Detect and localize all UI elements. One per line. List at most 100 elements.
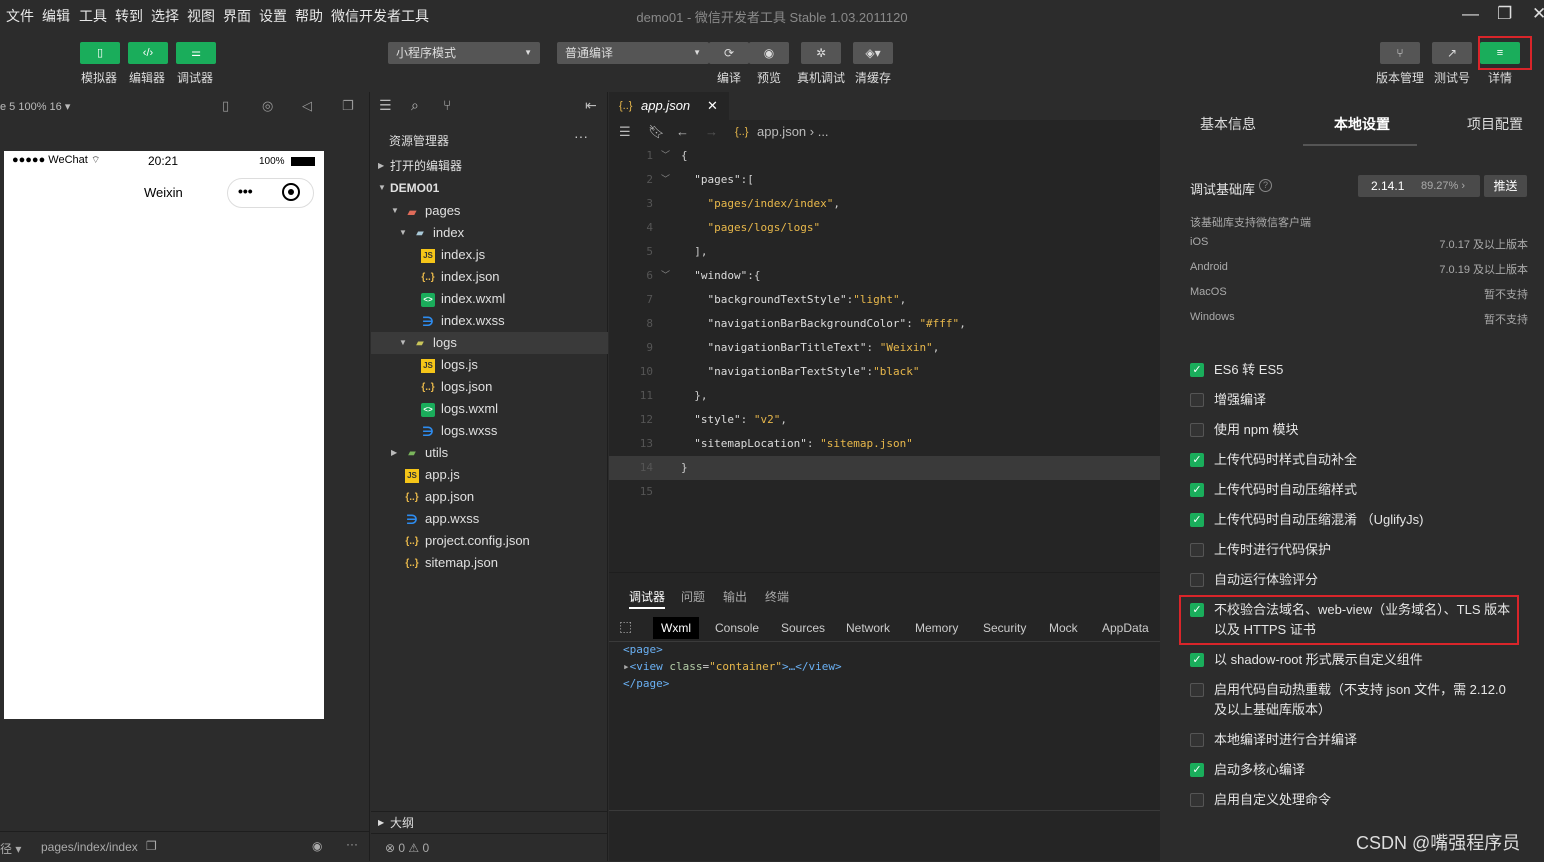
- checkbox-checked[interactable]: ✓: [1190, 453, 1204, 467]
- code-line[interactable]: 7 "backgroundTextStyle":"light",: [609, 288, 1160, 312]
- search-icon[interactable]: ⌕: [411, 97, 419, 114]
- test-id-button[interactable]: ↗: [1432, 42, 1472, 64]
- tree-item[interactable]: ▼ ▰ index: [371, 222, 608, 244]
- tree-item[interactable]: {..} index.json: [371, 266, 608, 288]
- open-editors-section[interactable]: ▶ 打开的编辑器: [371, 155, 608, 177]
- eye-icon[interactable]: ◉: [312, 839, 322, 853]
- xml-page-close[interactable]: </page>: [623, 677, 669, 690]
- fold-icon[interactable]: ﹀: [661, 144, 670, 168]
- push-button[interactable]: 推送: [1484, 175, 1527, 197]
- devtools-tab-security[interactable]: Security: [983, 617, 1026, 639]
- editor-button[interactable]: ‹/›: [128, 42, 168, 64]
- checkbox-unchecked[interactable]: [1190, 683, 1204, 697]
- tree-item[interactable]: {..} project.config.json: [371, 530, 608, 552]
- more-icon[interactable]: ···: [574, 128, 588, 144]
- tab-local-settings[interactable]: 本地设置: [1334, 114, 1390, 134]
- more-icon[interactable]: ···: [346, 837, 358, 851]
- tree-item[interactable]: ∋ app.wxss: [371, 508, 608, 530]
- checkbox-unchecked[interactable]: [1190, 393, 1204, 407]
- tab-problems[interactable]: 问题: [681, 588, 705, 605]
- preview-button[interactable]: ◉: [749, 42, 789, 64]
- code-line[interactable]: 5 ],: [609, 240, 1160, 264]
- restore-icon[interactable]: ❐: [1497, 4, 1512, 24]
- bookmark-icon[interactable]: 🔖︎: [648, 120, 665, 144]
- path-select[interactable]: 径 ▾: [0, 840, 21, 857]
- inspect-icon[interactable]: ⬚: [619, 618, 632, 635]
- code-line[interactable]: 6 ﹀ "window":{: [609, 264, 1160, 288]
- devtools-tab-appdata[interactable]: AppData: [1102, 617, 1149, 639]
- tree-item[interactable]: ∋ logs.wxss: [371, 420, 608, 442]
- problems-status[interactable]: ⊗ 0 ⚠ 0: [371, 833, 608, 861]
- tree-item[interactable]: {..} sitemap.json: [371, 552, 608, 574]
- close-icon[interactable]: ✕: [1532, 4, 1544, 24]
- capsule-menu[interactable]: •••: [227, 178, 314, 208]
- simulator-button[interactable]: ▯: [80, 42, 120, 64]
- lib-version-select[interactable]: 2.14.1 89.27% ›: [1358, 175, 1480, 197]
- checkbox-checked[interactable]: ✓: [1190, 513, 1204, 527]
- checkbox-unchecked[interactable]: [1190, 733, 1204, 747]
- tab-debugger[interactable]: 调试器: [629, 588, 666, 609]
- code-line[interactable]: 12 "style": "v2",: [609, 408, 1160, 432]
- devtools-tab-memory[interactable]: Memory: [915, 617, 958, 639]
- tree-item[interactable]: JS logs.js: [371, 354, 608, 376]
- checkbox-unchecked[interactable]: [1190, 573, 1204, 587]
- list-icon[interactable]: ☰: [619, 120, 631, 144]
- checkbox-checked[interactable]: ✓: [1190, 483, 1204, 497]
- tree-item[interactable]: ∋ index.wxss: [371, 310, 608, 332]
- code-line[interactable]: 1 ﹀ {: [609, 144, 1160, 168]
- code-line[interactable]: 11 },: [609, 384, 1160, 408]
- back-icon[interactable]: ←: [676, 120, 689, 144]
- collapse-panel-icon[interactable]: ⇤: [585, 97, 597, 114]
- xml-view-node[interactable]: ▸<view class="container">…</view>: [623, 660, 842, 673]
- tab-terminal[interactable]: 终端: [765, 588, 789, 605]
- checkbox-checked[interactable]: ✓: [1190, 653, 1204, 667]
- compile-button[interactable]: ⟳: [709, 42, 749, 64]
- tree-item[interactable]: {..} logs.json: [371, 376, 608, 398]
- xml-page-open[interactable]: <page>: [623, 643, 663, 656]
- debugger-button[interactable]: ⚌: [176, 42, 216, 64]
- minimize-icon[interactable]: —: [1462, 4, 1479, 24]
- list-icon[interactable]: ☰: [379, 97, 392, 114]
- devtools-tab-mock[interactable]: Mock: [1049, 617, 1078, 639]
- record-icon[interactable]: ◎: [262, 98, 273, 114]
- tree-item[interactable]: ▼ ▰ logs: [371, 332, 608, 354]
- tab-project-config[interactable]: 项目配置: [1467, 114, 1523, 134]
- devtools-tab-network[interactable]: Network: [846, 617, 890, 639]
- version-button[interactable]: ⑂: [1380, 42, 1420, 64]
- tab-output[interactable]: 输出: [723, 588, 747, 605]
- devtools-tab-sources[interactable]: Sources: [781, 617, 825, 639]
- devtools-tab-wxml[interactable]: Wxml: [653, 617, 699, 639]
- code-line[interactable]: 13 "sitemapLocation": "sitemap.json": [609, 432, 1160, 456]
- code-line[interactable]: 2 ﹀ "pages":[: [609, 168, 1160, 192]
- close-tab-icon[interactable]: ✕: [707, 92, 718, 120]
- mode-select[interactable]: 小程序模式 ▼: [388, 42, 540, 64]
- tree-item[interactable]: ▼ ▰ pages: [371, 200, 608, 222]
- code-line[interactable]: 3 "pages/index/index",: [609, 192, 1160, 216]
- help-icon[interactable]: ?: [1259, 179, 1272, 192]
- forward-icon[interactable]: →: [705, 120, 718, 144]
- code-line[interactable]: 15: [609, 480, 1160, 504]
- project-section[interactable]: ▼ DEMO01: [371, 177, 608, 199]
- tab-app-json[interactable]: {..} app.json ✕: [609, 92, 729, 120]
- branch-icon[interactable]: ⑂: [443, 97, 451, 113]
- checkbox-unchecked[interactable]: [1190, 543, 1204, 557]
- outline-section[interactable]: ▶ 大纲: [371, 811, 608, 833]
- clear-cache-button[interactable]: ◈▾: [853, 42, 893, 64]
- checkbox-checked[interactable]: ✓: [1190, 363, 1204, 377]
- breadcrumb-path[interactable]: app.json › ...: [757, 120, 829, 144]
- tree-item[interactable]: ▶ ▰ utils: [371, 442, 608, 464]
- checkbox-unchecked[interactable]: [1190, 793, 1204, 807]
- tree-item[interactable]: JS index.js: [371, 244, 608, 266]
- popout-icon[interactable]: ❐: [342, 98, 354, 114]
- devtools-tab-console[interactable]: Console: [715, 617, 759, 639]
- code-line[interactable]: 9 "navigationBarTitleText": "Weixin",: [609, 336, 1160, 360]
- checkbox-checked[interactable]: ✓: [1190, 763, 1204, 777]
- tree-item[interactable]: <> index.wxml: [371, 288, 608, 310]
- code-line[interactable]: 4 "pages/logs/logs": [609, 216, 1160, 240]
- code-line[interactable]: 10 "navigationBarTextStyle":"black": [609, 360, 1160, 384]
- fold-icon[interactable]: ﹀: [661, 168, 670, 192]
- fold-icon[interactable]: ﹀: [661, 264, 670, 288]
- tree-item[interactable]: {..} app.json: [371, 486, 608, 508]
- target-icon[interactable]: [282, 183, 300, 201]
- more-dots-icon[interactable]: •••: [238, 183, 253, 199]
